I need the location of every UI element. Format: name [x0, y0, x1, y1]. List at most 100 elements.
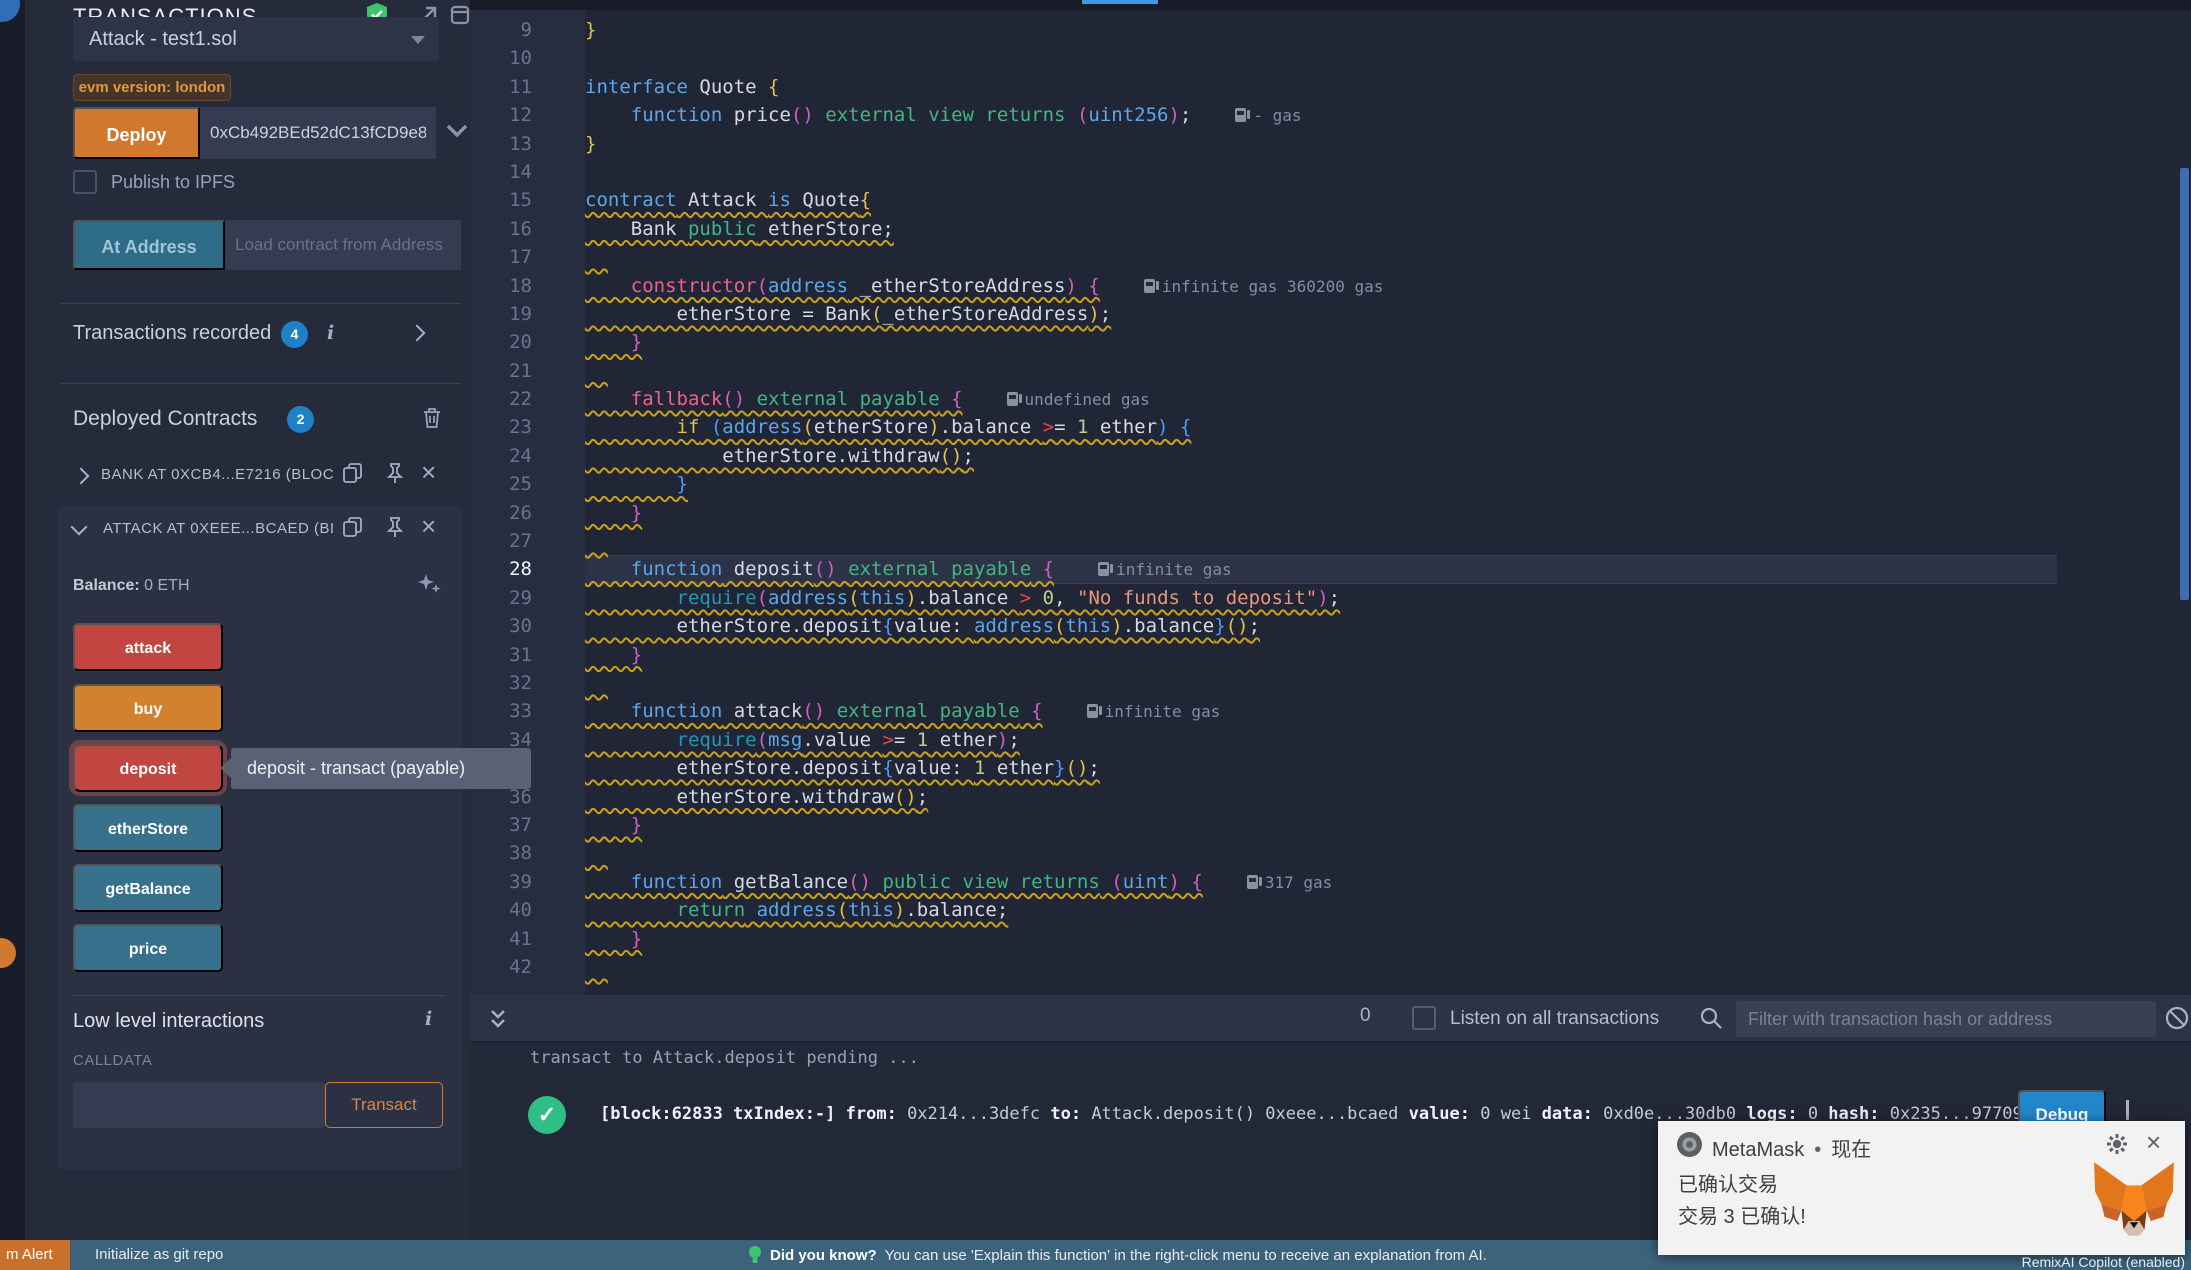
- line-number: 23: [509, 416, 532, 439]
- active-tab-indicator[interactable]: [1082, 0, 1158, 4]
- expand-transactions-icon[interactable]: [408, 324, 426, 342]
- code-line: }: [585, 927, 643, 950]
- editor-tabstrip: [470, 0, 2191, 10]
- line-number: 41: [509, 927, 532, 950]
- line-number: 19: [509, 302, 532, 325]
- did-you-know-tip: Did you know? You can use 'Explain this …: [748, 1240, 1487, 1270]
- publish-ipfs-checkbox[interactable]: [73, 170, 97, 194]
- line-number: 26: [509, 501, 532, 524]
- clear-console-icon[interactable]: [2163, 1004, 2191, 1032]
- code-content[interactable]: } interface Quote { function price() exte…: [585, 16, 2057, 981]
- gas-estimate: 317 gas: [1246, 869, 1332, 897]
- remove-contract-icon[interactable]: [421, 515, 436, 537]
- line-number: 39: [509, 870, 532, 893]
- pin-icon[interactable]: [383, 461, 407, 485]
- select-caret-icon: [411, 36, 425, 44]
- line-number: 18: [509, 274, 532, 297]
- fn-button-deposit[interactable]: deposit: [69, 740, 227, 796]
- line-number: 30: [509, 615, 532, 638]
- code-line: constructor(address _etherStoreAddress) …: [585, 272, 2057, 300]
- line-number: 37: [509, 813, 532, 836]
- deploy-expand-chevron-icon[interactable]: [443, 118, 471, 144]
- remove-contract-icon[interactable]: [421, 461, 436, 483]
- log-expand-chevron-icon[interactable]: [2126, 1100, 2129, 1120]
- calldata-input[interactable]: [73, 1082, 325, 1128]
- line-number: 29: [509, 586, 532, 609]
- fn-button-label: buy: [133, 701, 163, 718]
- git-init-button[interactable]: Initialize as git repo: [95, 1240, 223, 1270]
- listen-checkbox[interactable]: [1412, 1006, 1436, 1030]
- notification-title: MetaMask • 现在: [1712, 1133, 1871, 1162]
- rail-plugin-icon[interactable]: [0, 0, 20, 22]
- notification-body: 交易 3 已确认!: [1678, 1206, 1806, 1228]
- code-editor[interactable]: 9 10 11 12 13 14 15 16 17 18 19 20 21 22 23 24 25 26 27 28 2…: [470, 10, 2191, 995]
- deploy-run-panel: TRANSACTIONS Attack - test1.sol evm vers…: [25, 0, 531, 1240]
- chrome-icon: [1676, 1131, 1703, 1158]
- code-line: fallback() external payable {undefined g…: [585, 385, 2057, 413]
- at-address-button[interactable]: At Address: [73, 220, 225, 270]
- pending-log-line: transact to Attack.deposit pending ...: [530, 1048, 919, 1068]
- bank-expand-icon[interactable]: [72, 467, 90, 485]
- contract-item-attack[interactable]: ATTACK AT 0XEEE...BCAED (BL(: [103, 520, 333, 537]
- fn-button-label: etherStore: [107, 821, 189, 838]
- at-address-input[interactable]: [225, 220, 461, 270]
- fn-button-label: deposit: [119, 761, 177, 778]
- popout-window-icon[interactable]: [449, 4, 471, 26]
- metamask-fox-icon: [2092, 1160, 2176, 1238]
- code-line: function price() external view returns (…: [585, 101, 2057, 129]
- ai-sparkles-icon[interactable]: [415, 570, 443, 598]
- gas-estimate: infinite gas: [1098, 556, 1232, 584]
- transact-button[interactable]: Transact: [325, 1082, 443, 1128]
- code-line: etherStore.deposit{value: address(this).…: [585, 615, 1261, 638]
- code-line: contract Attack is Quote{: [585, 189, 872, 212]
- info-icon[interactable]: [425, 1008, 432, 1030]
- search-icon[interactable]: [1698, 1005, 1724, 1031]
- line-number: 14: [509, 160, 532, 183]
- notification-close-icon[interactable]: [2146, 1127, 2161, 1158]
- line-number: 25: [509, 473, 532, 496]
- scam-alert-button[interactable]: m Alert: [0, 1240, 70, 1270]
- line-number: 28: [509, 558, 532, 581]
- transactions-recorded-count: 4: [281, 321, 308, 348]
- terminal-toolbar: 0 Listen on all transactions: [470, 995, 2191, 1042]
- contract-item-bank[interactable]: BANK AT 0XCB4...E7216 (BLOCI: [101, 466, 333, 483]
- notification-settings-icon[interactable]: [2106, 1133, 2128, 1155]
- remixai-copilot-status[interactable]: RemixAI Copilot (enabled): [2022, 1254, 2185, 1270]
- trash-icon[interactable]: [421, 406, 443, 430]
- tx-success-icon[interactable]: [528, 1096, 566, 1134]
- expand-terminal-icon[interactable]: [487, 1007, 509, 1031]
- remix-ide-window: TRANSACTIONS Attack - test1.sol evm vers…: [0, 0, 2191, 1270]
- evm-version-badge: evm version: london: [73, 74, 231, 101]
- fn-button-buy[interactable]: buy: [73, 684, 223, 732]
- icon-rail: [0, 0, 25, 1240]
- editor-scrollbar[interactable]: [2180, 168, 2189, 600]
- code-line: }: [585, 501, 643, 524]
- rail-alert-icon[interactable]: [0, 938, 16, 968]
- fn-button-getbalance[interactable]: getBalance: [73, 864, 223, 912]
- gas-pump-icon: [1235, 108, 1251, 123]
- fn-button-attack[interactable]: attack: [73, 623, 223, 671]
- fn-button-price[interactable]: price: [73, 924, 223, 972]
- fn-button-etherstore[interactable]: etherStore: [73, 804, 223, 852]
- filter-input[interactable]: [1736, 1001, 2156, 1037]
- deploy-button[interactable]: Deploy: [73, 107, 200, 159]
- pin-icon[interactable]: [383, 515, 407, 539]
- line-number: 15: [509, 189, 532, 212]
- gas-pump-icon: [1143, 278, 1159, 293]
- code-line: etherStore.withdraw();: [585, 444, 974, 467]
- line-number: 22: [509, 388, 532, 411]
- copy-icon[interactable]: [341, 461, 365, 485]
- contract-select[interactable]: Attack - test1.sol: [73, 17, 439, 61]
- info-icon[interactable]: [327, 322, 334, 344]
- copy-icon[interactable]: [341, 515, 365, 539]
- metamask-notification[interactable]: MetaMask • 现在 已确认交易 交易 3 已确认!: [1658, 1121, 2185, 1255]
- deploy-value-input[interactable]: [200, 107, 436, 159]
- line-number: 40: [509, 899, 532, 922]
- line-number: 20: [509, 331, 532, 354]
- code-line: }: [585, 19, 597, 41]
- code-line: return address(this).balance;: [585, 899, 1009, 922]
